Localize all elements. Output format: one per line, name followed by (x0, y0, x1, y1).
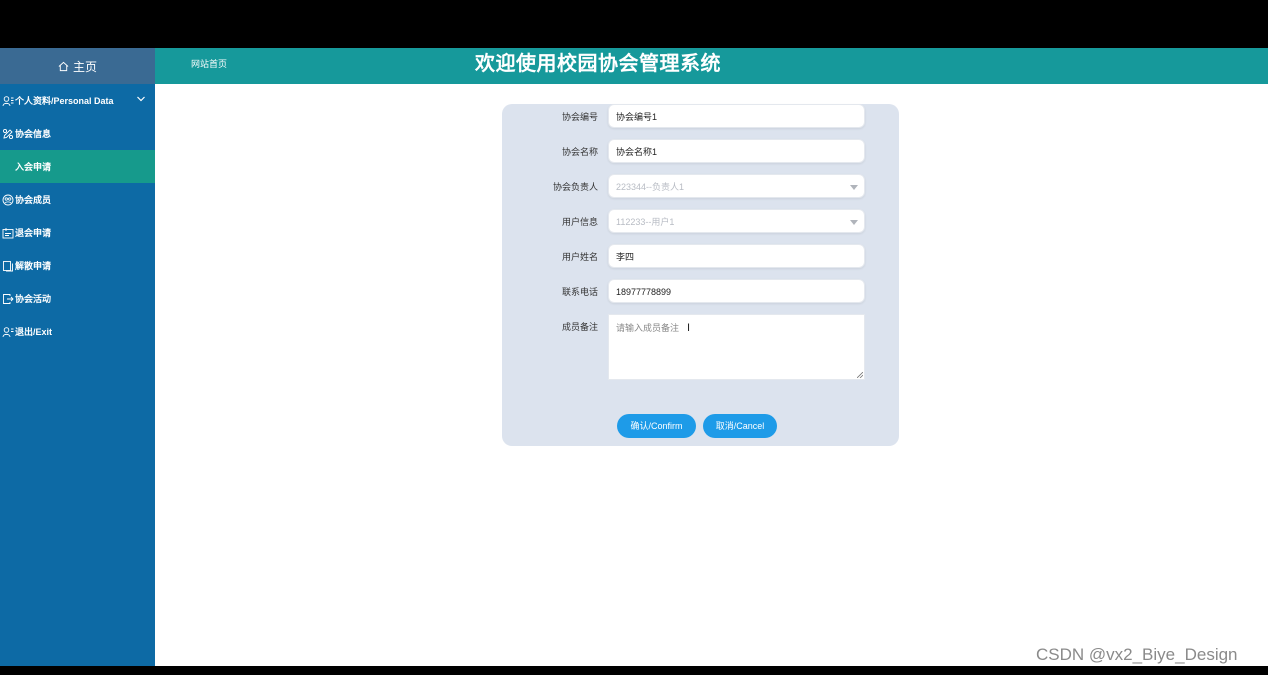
phone-label: 联系电话 (561, 287, 598, 297)
resize-handle-icon[interactable] (857, 372, 863, 378)
form-row-association-id: 协会编号 协会编号1 (502, 104, 899, 130)
home-icon (58, 61, 69, 71)
phone-field[interactable]: 18977778899 (608, 279, 865, 303)
chevron-down-icon (137, 96, 145, 102)
user-name-field[interactable]: 李四 (608, 244, 865, 268)
form-row-user-name: 用户姓名 李四 (502, 244, 899, 270)
association-id-label: 协会编号 (561, 112, 598, 122)
sidebar-item-label: 入会申请 (15, 162, 52, 172)
form-row-remark: 成员备注 请输入成员备注 I (502, 314, 899, 380)
sidebar-item-quit-application[interactable]: 退会申请 (0, 216, 155, 249)
user-exit-icon (1, 325, 15, 339)
user-info-select-value: 112233--用户1 (616, 217, 675, 227)
copy-icon (1, 259, 15, 273)
sidebar: 个人资料/Personal Data 协会信息 入会申请 协会成员 退会申请 解… (0, 84, 155, 666)
site-home-link[interactable]: 网站首页 (191, 48, 227, 84)
caret-down-icon (850, 220, 858, 225)
export-icon (1, 292, 15, 306)
form-row-phone: 联系电话 18977778899 (502, 279, 899, 305)
remark-textarea[interactable]: 请输入成员备注 I (608, 314, 865, 380)
main-content: 协会编号 协会编号1 协会名称 协会名称1 协会负责人 223344--负责人1… (155, 84, 1268, 666)
leader-select[interactable]: 223344--负责人1 (608, 174, 865, 198)
user-info-label: 用户信息 (561, 217, 598, 227)
caret-down-icon (850, 185, 858, 190)
home-tab[interactable]: 主页 (0, 48, 155, 84)
sidebar-item-label: 退会申请 (15, 228, 52, 238)
sidebar-item-label: 协会活动 (15, 294, 52, 304)
form-icon (1, 226, 15, 240)
sidebar-item-members[interactable]: 协会成员 (0, 183, 155, 216)
text-cursor-icon: I (687, 322, 691, 334)
sidebar-item-label: 个人资料/Personal Data (15, 96, 114, 106)
association-id-field[interactable]: 协会编号1 (608, 104, 865, 128)
association-name-field[interactable]: 协会名称1 (608, 139, 865, 163)
page-title: 欢迎使用校园协会管理系统 (475, 53, 721, 75)
remark-label: 成员备注 (561, 322, 598, 332)
form-row-association-name: 协会名称 协会名称1 (502, 139, 899, 165)
leader-select-value: 223344--负责人1 (616, 182, 685, 192)
sidebar-item-personal-data[interactable]: 个人资料/Personal Data (0, 84, 155, 117)
leader-label: 协会负责人 (552, 182, 598, 192)
user-info-select[interactable]: 112233--用户1 (608, 209, 865, 233)
sidebar-item-label: 协会成员 (15, 195, 52, 205)
sidebar-item-activities[interactable]: 协会活动 (0, 282, 155, 315)
watermark: CSDN @vx2_Biye_Design (1036, 645, 1238, 664)
sidebar-item-association-info[interactable]: 协会信息 (0, 117, 155, 150)
sidebar-item-label: 退出/Exit (15, 327, 53, 337)
sidebar-item-dissolve-application[interactable]: 解散申请 (0, 249, 155, 282)
bottom-black-bar (0, 666, 1268, 675)
edit-icon (1, 127, 15, 141)
header-bar: 主页 网站首页 欢迎使用校园协会管理系统 (0, 48, 1268, 84)
remark-placeholder: 请输入成员备注 (616, 323, 680, 333)
top-black-bar (0, 0, 1268, 48)
user-name-label: 用户姓名 (561, 252, 598, 262)
cancel-button[interactable]: 取消/Cancel (703, 414, 777, 438)
sidebar-item-exit[interactable]: 退出/Exit (0, 315, 155, 348)
user-icon (1, 94, 15, 108)
sidebar-item-join-application[interactable]: 入会申请 (0, 150, 155, 183)
form-row-user-info: 用户信息 112233--用户1 (502, 209, 899, 235)
home-tab-label: 主页 (72, 59, 97, 74)
confirm-button[interactable]: 确认/Confirm (617, 414, 696, 438)
group-icon (1, 193, 15, 207)
association-name-label: 协会名称 (561, 147, 598, 157)
form-row-leader: 协会负责人 223344--负责人1 (502, 174, 899, 200)
sidebar-item-label: 协会信息 (15, 129, 52, 139)
sidebar-item-label: 解散申请 (15, 261, 52, 271)
join-application-form: 协会编号 协会编号1 协会名称 协会名称1 协会负责人 223344--负责人1… (502, 104, 899, 446)
